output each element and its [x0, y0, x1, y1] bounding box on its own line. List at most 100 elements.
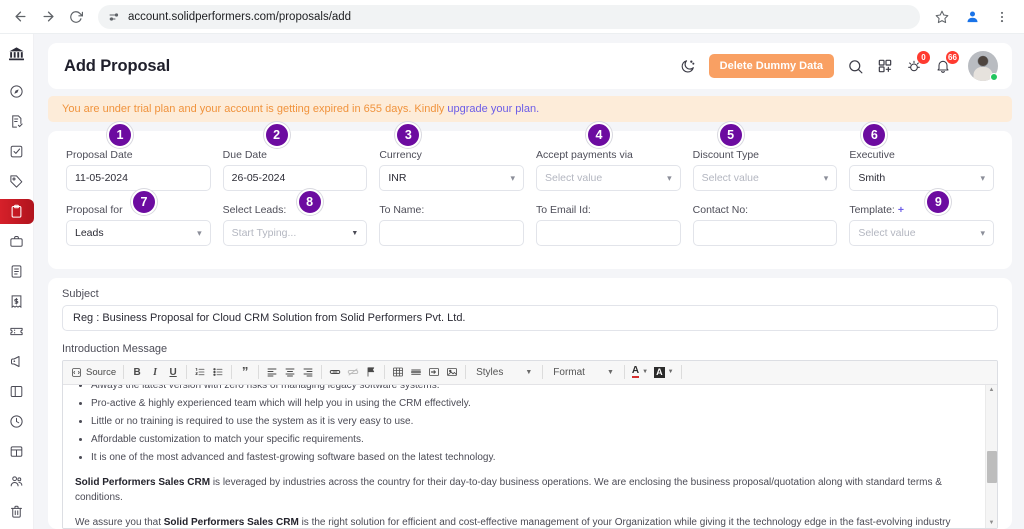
profile-icon[interactable] — [960, 5, 984, 29]
introduction-message-label: Introduction Message — [62, 342, 168, 355]
sidebar-item-activity[interactable] — [0, 409, 34, 434]
sidebar-item-logo[interactable] — [0, 42, 34, 67]
list-item: Affordable customization to match your s… — [91, 432, 973, 448]
sidebar-item-tasks[interactable] — [0, 109, 34, 134]
chevron-down-icon: ▼ — [642, 369, 649, 376]
sidebar-item-tickets[interactable] — [0, 319, 34, 344]
book-panel-icon — [10, 386, 23, 397]
toolbar-separator — [123, 365, 125, 380]
moon-icon[interactable] — [680, 58, 696, 74]
currency-select[interactable]: INR ▾ — [379, 165, 524, 191]
label-currency: Currency — [379, 149, 422, 161]
add-template-icon[interactable]: + — [898, 204, 904, 216]
alarm-badge: 0 — [917, 51, 930, 64]
horizontal-rule-icon[interactable] — [407, 362, 425, 382]
format-dropdown[interactable]: Format ▼ — [547, 362, 620, 382]
subject-input[interactable]: Reg : Business Proposal for Cloud CRM So… — [62, 305, 998, 331]
message-section: Subject Reg : Business Proposal for Clou… — [48, 278, 1012, 529]
table-icon[interactable] — [389, 362, 407, 382]
background-color-button[interactable]: A ▼ — [651, 362, 676, 382]
field-select-leads: 8 Select Leads: Start Typing... ▼ — [222, 189, 368, 255]
reload-icon[interactable] — [64, 5, 88, 29]
due-date-input[interactable]: 26-05-2024 — [222, 165, 368, 191]
sidebar-item-reports[interactable] — [0, 379, 34, 404]
field-contact-no: Contact No: — [692, 200, 838, 255]
select-leads-input[interactable]: Start Typing... ▼ — [222, 220, 368, 246]
label-discount-type: Discount Type — [692, 149, 759, 161]
rich-text-editor: Source B I U ” Styles ▼ Format ▼ A ▼ A ▼… — [62, 359, 998, 529]
align-left-icon[interactable] — [263, 362, 281, 382]
currency-value: INR — [388, 172, 407, 184]
sidebar-item-campaigns[interactable] — [0, 349, 34, 374]
toolbar-separator — [542, 365, 544, 380]
scrollbar-thumb[interactable] — [987, 450, 997, 483]
template-select[interactable]: Select value ▾ — [849, 220, 994, 246]
sidebar-item-approvals[interactable] — [0, 139, 34, 164]
site-settings-icon[interactable] — [108, 11, 120, 23]
qr-scan-icon[interactable] — [877, 58, 893, 74]
sidebar-item-deals[interactable] — [0, 229, 34, 254]
search-icon[interactable] — [847, 58, 864, 75]
sidebar-item-payments[interactable] — [0, 289, 34, 314]
source-button[interactable]: Source — [68, 362, 119, 382]
scroll-down-icon[interactable]: ▼ — [989, 520, 995, 526]
sidebar-item-users[interactable] — [0, 469, 34, 494]
chevron-down-icon: ▾ — [980, 227, 985, 238]
upgrade-plan-link[interactable]: upgrade your plan. — [447, 103, 539, 115]
delete-dummy-data-button[interactable]: Delete Dummy Data — [708, 54, 834, 78]
field-to-name: To Name: — [379, 200, 524, 255]
star-icon[interactable] — [930, 5, 954, 29]
executive-select[interactable]: Smith ▾ — [849, 165, 994, 191]
numbered-list-icon[interactable] — [191, 362, 209, 382]
label-to-email-id: To Email Id: — [536, 204, 591, 216]
bell-icon[interactable]: 66 — [935, 51, 959, 74]
bullet-list-icon[interactable] — [209, 362, 227, 382]
url-bar[interactable]: account.solidperformers.com/proposals/ad… — [98, 4, 920, 29]
align-center-icon[interactable] — [281, 362, 299, 382]
sidebar — [0, 34, 34, 529]
kebab-menu-icon[interactable] — [990, 5, 1014, 29]
discount-type-select[interactable]: Select value ▾ — [692, 165, 838, 191]
scroll-up-icon[interactable]: ▲ — [989, 387, 995, 393]
trial-banner: You are under trial plan and your accoun… — [48, 96, 1012, 122]
styles-dropdown[interactable]: Styles ▼ — [470, 362, 538, 382]
sidebar-item-recycle-bin[interactable] — [0, 499, 34, 524]
step-badge-6: 6 — [861, 122, 888, 148]
proposal-for-select[interactable]: Leads ▾ — [66, 220, 211, 246]
editor-body[interactable]: Always the latest version with zero risk… — [63, 384, 997, 528]
back-arrow-icon[interactable] — [8, 5, 32, 29]
alarm-icon[interactable]: 0 — [906, 51, 930, 74]
sidebar-item-leads[interactable] — [0, 169, 34, 194]
sidebar-item-proposals[interactable] — [0, 199, 34, 224]
caret-down-icon: ▼ — [351, 229, 359, 237]
accept-payments-select[interactable]: Select value ▾ — [536, 165, 681, 191]
blockquote-button[interactable]: ” — [236, 362, 254, 382]
editor-content[interactable]: Always the latest version with zero risk… — [63, 385, 985, 528]
image-icon[interactable] — [443, 362, 461, 382]
text-color-button[interactable]: A ▼ — [629, 362, 651, 382]
forward-arrow-icon[interactable] — [36, 5, 60, 29]
step-badge-2: 2 — [263, 122, 290, 148]
bold-button[interactable]: B — [128, 362, 146, 382]
proposal-date-input[interactable]: 11-05-2024 — [66, 165, 211, 191]
link-icon[interactable] — [326, 362, 344, 382]
chevron-down-icon: ▼ — [606, 368, 614, 376]
anchor-flag-icon[interactable] — [362, 362, 380, 382]
to-email-input[interactable] — [536, 220, 681, 246]
receipt-dollar-icon — [11, 295, 22, 309]
underline-button[interactable]: U — [164, 362, 182, 382]
sidebar-item-dashboard[interactable] — [0, 79, 34, 104]
sidebar-item-invoices[interactable] — [0, 259, 34, 284]
page-break-icon[interactable] — [425, 362, 443, 382]
align-right-icon[interactable] — [299, 362, 317, 382]
field-due-date: 2 Due Date 26-05-2024 — [222, 122, 368, 200]
editor-scrollbar[interactable]: ▲ ▼ — [985, 384, 997, 528]
contact-no-input[interactable] — [692, 220, 838, 246]
paragraph-1-bold: Solid Performers Sales CRM — [75, 476, 211, 488]
online-status-dot — [990, 73, 998, 81]
bg-color-label: A — [654, 366, 665, 378]
to-name-input[interactable] — [379, 220, 524, 246]
italic-button[interactable]: I — [146, 362, 164, 382]
avatar[interactable] — [968, 51, 998, 81]
sidebar-item-data[interactable] — [0, 439, 34, 464]
